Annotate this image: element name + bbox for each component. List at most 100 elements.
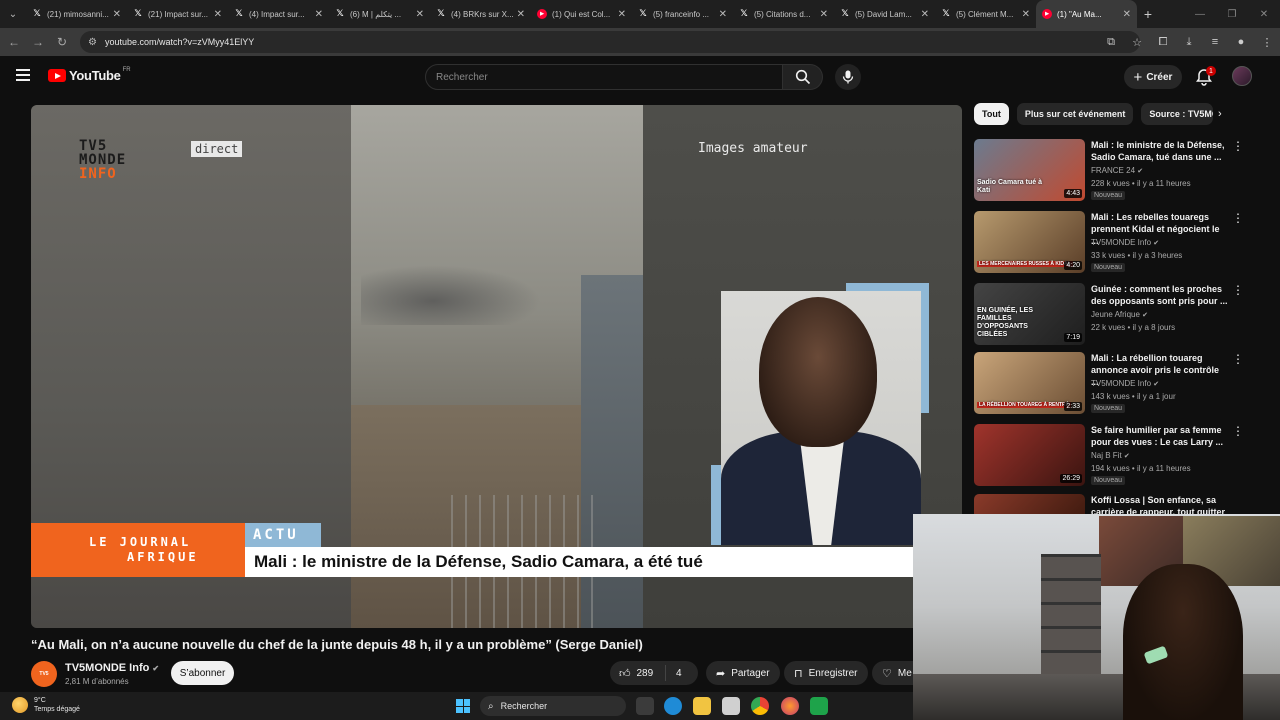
browser-tab[interactable]: 𝕏 (5) David Lam... ✕ (834, 0, 935, 28)
recommendation-title[interactable]: Koffi Lossa | Son enfance, sa carrière d… (1091, 494, 1229, 514)
maximize-icon[interactable]: ❐ (1216, 0, 1248, 28)
video-thumbnail[interactable]: EN GUINÉE, LES FAMILLES D’OPPOSANTS CIBL… (974, 283, 1085, 345)
search-button[interactable] (783, 64, 823, 90)
video-thumbnail[interactable]: LA RÉBELLION TOUAREG À RENTRÉ 2:33 (974, 352, 1085, 414)
more-options-icon[interactable]: ⋮ (1232, 211, 1244, 225)
close-tab-icon[interactable]: ✕ (921, 9, 929, 20)
back-icon[interactable]: ← (2, 28, 26, 56)
url-field[interactable]: ⚙ youtube.com/watch?v=zVMyy41ElYY (80, 31, 1140, 53)
close-tab-icon[interactable]: ✕ (416, 9, 424, 20)
terminal-icon[interactable] (810, 697, 828, 715)
video-thumbnail[interactable] (974, 494, 1085, 514)
browser-tab[interactable]: 𝕏 (5) franceinfo ... ✕ (632, 0, 733, 28)
recommendation-channel[interactable]: FRANCE 24 ✔ (1091, 166, 1143, 175)
close-tab-icon[interactable]: ✕ (315, 9, 323, 20)
task-view-icon[interactable] (636, 697, 654, 715)
browser-tab[interactable]: 𝕏 (6) M | يتكلم ... ✕ (329, 0, 430, 28)
more-options-icon[interactable]: ⋮ (1232, 424, 1244, 438)
install-icon[interactable]: ⧉ (1098, 36, 1124, 49)
extensions-icon[interactable]: ⧠ (1150, 36, 1176, 49)
create-button[interactable]: + Créer (1124, 65, 1182, 89)
video-thumbnail[interactable]: 26:29 (974, 424, 1085, 486)
close-tab-icon[interactable]: ✕ (517, 9, 525, 20)
voice-search-button[interactable] (835, 64, 861, 90)
close-tab-icon[interactable]: ✕ (1022, 9, 1030, 20)
verified-icon: ✔ (1142, 312, 1149, 319)
close-tab-icon[interactable]: ✕ (719, 9, 727, 20)
chip-source[interactable]: Source : TV5MONDE (1141, 103, 1214, 125)
close-tab-icon[interactable]: ✕ (1123, 9, 1131, 20)
chevron-right-icon[interactable]: › (1218, 108, 1222, 120)
recommendation-channel[interactable]: TV5MONDE Info ✔ (1091, 238, 1159, 247)
minimize-icon[interactable]: — (1184, 0, 1216, 28)
reload-icon[interactable]: ↻ (50, 28, 74, 56)
new-badge: Nouveau (1091, 404, 1126, 413)
channel-name-row[interactable]: TV5MONDE Info ✔ (65, 662, 159, 674)
chip-all[interactable]: Tout (974, 103, 1009, 125)
file-explorer-icon[interactable] (693, 697, 711, 715)
browser-tab[interactable]: 𝕏 (21) Impact sur... ✕ (127, 0, 228, 28)
recommendation-channel[interactable]: TV5MONDE Info ✔ (1091, 379, 1159, 388)
browser-tab[interactable]: 𝕏 (5) Clément M... ✕ (935, 0, 1036, 28)
taskbar-search[interactable]: ⌕ Rechercher (480, 696, 626, 716)
video-player[interactable]: TV5 MONDE INFO direct Images amateur LE … (31, 105, 962, 628)
firefox-icon[interactable] (781, 697, 799, 715)
forward-icon[interactable]: → (26, 28, 50, 56)
chrome-icon[interactable] (751, 697, 769, 715)
recommendation-title[interactable]: Se faire humilier par sa femme pour des … (1091, 424, 1229, 448)
browser-tab[interactable]: 𝕏 (4) Impact sur... ✕ (228, 0, 329, 28)
video-thumbnail[interactable]: LES MERCENAIRES RUSSES À KIDAL 4:20 (974, 211, 1085, 273)
browser-menu-icon[interactable]: ⋮ (1254, 36, 1280, 49)
more-options-icon[interactable]: ⋮ (1232, 352, 1244, 366)
video-thumbnail[interactable]: Sadio Camara tué à Kati 4:43 (974, 139, 1085, 201)
recommendation-channel[interactable]: Naj B Fit ✔ (1091, 451, 1130, 460)
browser-tab[interactable]: 𝕏 (5) Citations d... ✕ (733, 0, 834, 28)
recommendation-item[interactable]: EN GUINÉE, LES FAMILLES D’OPPOSANTS CIBL… (974, 283, 1244, 347)
media-icon[interactable]: ≡ (1202, 36, 1228, 48)
like-button[interactable]: 👍︎ 289 (610, 665, 666, 681)
browser-tab[interactable]: 𝕏 (21) mimosanni... ✕ (26, 0, 127, 28)
browser-tab[interactable]: 𝕏 (4) BRKrs sur X... ✕ (430, 0, 531, 28)
bookmark-star-icon[interactable]: ☆ (1124, 36, 1150, 49)
more-options-icon[interactable]: ⋮ (1232, 494, 1234, 508)
tab-search-icon[interactable]: ⌄ (0, 0, 26, 28)
recommendation-item[interactable]: 26:29 Se faire humilier par sa femme pour… (974, 424, 1244, 488)
more-options-icon[interactable]: ⋮ (1232, 283, 1244, 297)
close-window-icon[interactable]: ✕ (1248, 0, 1280, 28)
new-badge: Nouveau (1091, 263, 1126, 272)
more-options-icon[interactable]: ⋮ (1232, 139, 1244, 153)
browser-tab[interactable]: ▶ (1) Qui est Col... ✕ (531, 0, 632, 28)
recommendation-channel[interactable]: Jeune Afrique ✔ (1091, 310, 1148, 319)
recommendation-item[interactable]: LES MERCENAIRES RUSSES À KIDAL 4:20 Mali :… (974, 211, 1244, 275)
subscribe-button[interactable]: S’abonner (171, 661, 234, 685)
download-icon[interactable]: ⤓ (1176, 36, 1202, 49)
close-tab-icon[interactable]: ✕ (820, 9, 828, 20)
channel-avatar[interactable]: TV5 (31, 661, 57, 687)
weather-widget[interactable]: 9°C Temps dégagé (12, 696, 80, 714)
profile-icon[interactable]: ● (1228, 36, 1254, 48)
windows-start-icon[interactable] (456, 699, 470, 713)
recommendation-title[interactable]: Guinée : comment les proches des opposan… (1091, 283, 1229, 307)
more-actions-button[interactable]: ♡ Me (872, 661, 913, 685)
dislike-button[interactable]: 4 (666, 668, 682, 679)
recommendation-item[interactable]: Koffi Lossa | Son enfance, sa carrière d… (974, 494, 1234, 514)
youtube-logo[interactable]: YouTube FR (48, 67, 131, 83)
recommendation-item[interactable]: LA RÉBELLION TOUAREG À RENTRÉ 2:33 Mali : … (974, 352, 1244, 416)
edge-icon[interactable] (664, 697, 682, 715)
browser-tab[interactable]: ▶ (1) "Au Ma... ✕ (1036, 0, 1137, 28)
menu-icon[interactable] (16, 69, 30, 81)
search-input[interactable]: Rechercher (425, 64, 783, 90)
account-avatar[interactable] (1232, 66, 1252, 86)
close-tab-icon[interactable]: ✕ (113, 9, 121, 20)
close-tab-icon[interactable]: ✕ (618, 9, 626, 20)
store-icon[interactable] (722, 697, 740, 715)
site-info-icon[interactable]: ⚙ (88, 37, 97, 48)
close-tab-icon[interactable]: ✕ (214, 9, 222, 20)
share-button[interactable]: ➦ Partager (706, 661, 780, 685)
save-button[interactable]: ⊓ Enregistrer (784, 661, 868, 685)
channel-name[interactable]: TV5MONDE Info (65, 662, 149, 674)
new-tab-icon[interactable]: + (1137, 6, 1159, 22)
recommendation-item[interactable]: Sadio Camara tué à Kati 4:43 Mali : le min… (974, 139, 1244, 203)
recommendation-title[interactable]: Mali : le ministre de la Défense, Sadio … (1091, 139, 1229, 163)
chip-more-on-event[interactable]: Plus sur cet événement (1016, 103, 1134, 125)
